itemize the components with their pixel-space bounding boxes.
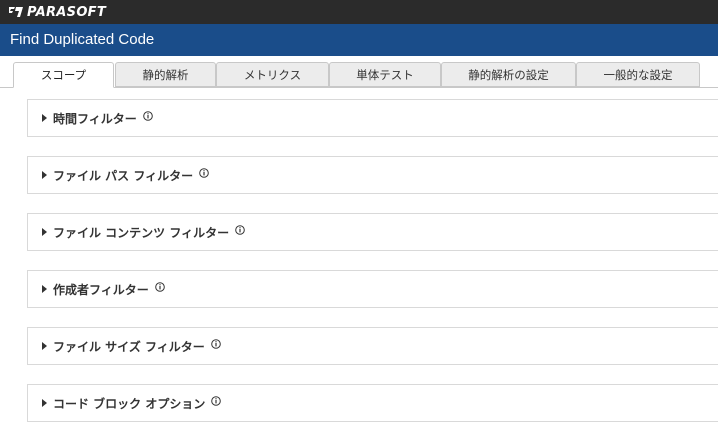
section-author-filter[interactable]: 作成者フィルター — [27, 270, 718, 308]
parasoft-logo-icon — [9, 7, 23, 17]
tab-static-analysis[interactable]: 静的解析 — [115, 62, 216, 87]
brand-name: PARASOFT — [27, 4, 107, 20]
expand-caret-icon — [42, 171, 47, 179]
info-icon[interactable] — [235, 225, 245, 235]
window-title: Find Duplicated Code — [10, 31, 155, 48]
section-label: ファイル サイズ フィルター — [53, 339, 205, 354]
info-icon[interactable] — [211, 396, 222, 406]
tab-metrics[interactable]: メトリクス — [216, 62, 329, 87]
section-label: ファイル パス フィルター — [53, 168, 194, 183]
tab-general-settings[interactable]: 一般的な設定 — [576, 62, 700, 87]
tab-scope[interactable]: スコープ — [13, 62, 114, 88]
section-code-block-options[interactable]: コード ブロック オプション — [27, 384, 718, 422]
tab-bar: スコープ 静的解析 メトリクス 単体テスト 静的解析の設定 一般的な設定 — [0, 62, 718, 88]
tab-static-analysis-settings[interactable]: 静的解析の設定 — [441, 62, 576, 87]
section-label: ファイル コンテンツ フィルター — [53, 225, 230, 240]
info-icon[interactable] — [210, 339, 221, 349]
section-label: 時間フィルター — [53, 111, 137, 126]
expand-caret-icon — [42, 228, 47, 236]
scope-panel: 時間フィルター ファイル パス フィルター ファイル コンテンツ フィルター 作… — [0, 88, 718, 432]
info-icon[interactable] — [142, 111, 153, 121]
parasoft-logo: PARASOFT — [8, 4, 106, 20]
brand-bar: PARASOFT — [0, 0, 718, 24]
section-file-path-filter[interactable]: ファイル パス フィルター — [27, 156, 718, 194]
section-label: コード ブロック オプション — [53, 396, 206, 411]
expand-caret-icon — [42, 285, 47, 293]
section-file-size-filter[interactable]: ファイル サイズ フィルター — [27, 327, 718, 365]
section-file-content-filter[interactable]: ファイル コンテンツ フィルター — [27, 213, 718, 251]
info-icon[interactable] — [154, 282, 165, 292]
section-time-filter[interactable]: 時間フィルター — [27, 99, 718, 137]
tab-unit-test[interactable]: 単体テスト — [329, 62, 441, 87]
info-icon[interactable] — [199, 168, 209, 178]
expand-caret-icon — [42, 399, 47, 407]
expand-caret-icon — [42, 342, 47, 350]
title-bar: Find Duplicated Code — [0, 24, 718, 56]
section-label: 作成者フィルター — [53, 282, 149, 297]
expand-caret-icon — [42, 114, 47, 122]
